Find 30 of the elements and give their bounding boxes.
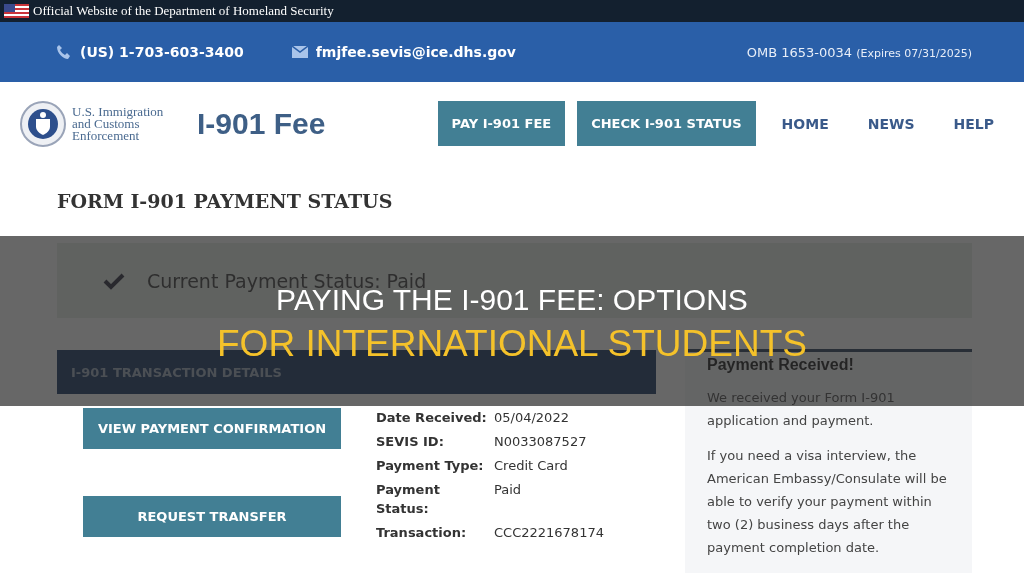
detail-value: CCC2221678174 (494, 524, 604, 542)
detail-value: Paid (494, 481, 523, 499)
phone-icon (56, 44, 72, 60)
seal-icon (20, 100, 66, 147)
page-title: FORM I-901 PAYMENT STATUS (57, 190, 394, 214)
detail-value: 05/04/2022 (494, 409, 570, 427)
action-button[interactable]: REQUEST TRANSFER (83, 496, 341, 537)
action-button[interactable]: VIEW PAYMENT CONFIRMATION (83, 408, 341, 449)
detail-label: Payment Status: (376, 481, 441, 518)
detail-label: Transaction: (376, 524, 468, 542)
nav-link[interactable]: HELP (953, 115, 994, 132)
site-title: I-901 Fee (197, 106, 326, 141)
banner-text: Official Website of the Department of Homeland Security (33, 3, 334, 19)
agency-name: U.S. Immigration and Customs Enforcement (72, 105, 165, 142)
detail-value: N0033087527 (494, 433, 588, 451)
omb-number: OMB 1653-0034 (Expires 07/31/2025) (746, 44, 972, 60)
nav-button[interactable]: CHECK I-901 STATUS (577, 101, 756, 146)
detail-label: Date Received: (376, 409, 488, 427)
detail-value: Credit Card (494, 457, 569, 475)
nav-link[interactable]: HOME (781, 115, 829, 132)
mail-icon (291, 46, 308, 58)
notice-title: Payment Received! (707, 356, 855, 374)
notice-text: If you need a visa interview, the American Embassy/Consulate will be able to verify your payment within two (2) business days after the payment completion date. (707, 447, 948, 557)
nav-button[interactable]: PAY I-901 FEE (437, 101, 566, 146)
nav-link[interactable]: NEWS (867, 115, 915, 132)
phone-number: (US) 1-703-603-3400 (80, 44, 244, 60)
flag-icon (4, 4, 29, 18)
detail-label: SEVIS ID: (376, 433, 445, 451)
email-link[interactable]: fmjfee.sevis@ice.dhs.gov (315, 44, 516, 60)
detail-label: Payment Type: (376, 457, 485, 475)
